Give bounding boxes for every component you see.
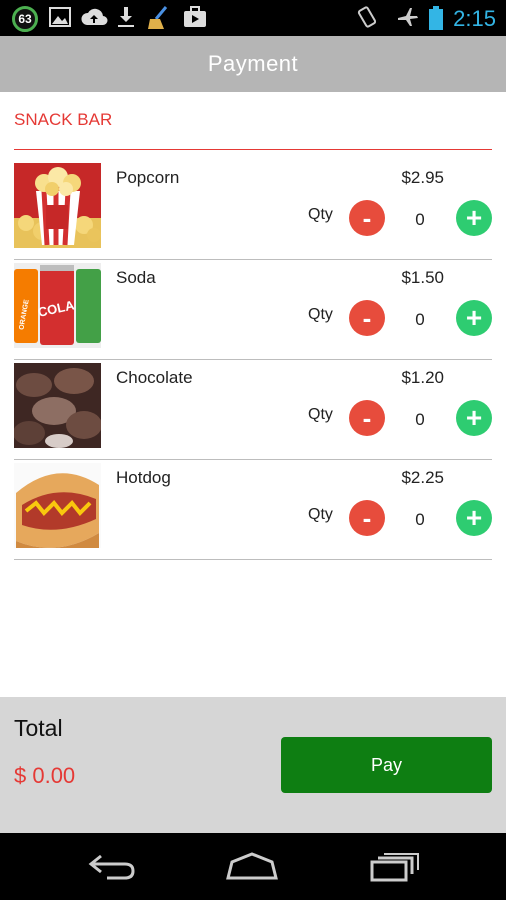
item-price: $1.50	[401, 268, 444, 287]
decrease-qty-button[interactable]: -	[349, 500, 385, 536]
section-header: SNACK BAR	[14, 110, 492, 150]
item-name: Hotdog	[116, 468, 171, 487]
broom-icon	[148, 6, 168, 29]
qty-label: Qty	[308, 306, 333, 323]
increase-qty-button[interactable]: +	[456, 200, 492, 236]
qty-value: 0	[415, 210, 425, 229]
qty-label: Qty	[308, 506, 333, 523]
hotdog-image	[14, 463, 101, 548]
status-bar: 63 2:15	[0, 0, 506, 36]
item-name: Chocolate	[116, 368, 193, 387]
item-name: Soda	[116, 268, 156, 287]
page-title: Payment	[207, 51, 299, 76]
total-label: Total	[14, 715, 63, 741]
item-price: $2.25	[401, 468, 444, 487]
item-name: Popcorn	[116, 168, 180, 187]
title-bar: Payment	[0, 36, 506, 92]
airplane-icon	[398, 8, 418, 26]
decrease-qty-button[interactable]: -	[349, 400, 385, 436]
navigation-bar	[0, 833, 506, 900]
recent-apps-icon[interactable]	[364, 851, 424, 883]
snack-list: Popcorn $2.95 Qty - 0 + COLA ORANGE Soda…	[14, 160, 492, 560]
section-title: SNACK BAR	[14, 110, 113, 129]
soda-image: COLA ORANGE	[14, 263, 101, 348]
cloud-upload-icon	[81, 8, 108, 25]
decrease-qty-button[interactable]: -	[349, 300, 385, 336]
list-item: Chocolate $1.20 Qty - 0 +	[14, 360, 492, 460]
image-icon	[49, 7, 71, 27]
status-time: 2:15	[453, 6, 496, 31]
increase-qty-button[interactable]: +	[456, 500, 492, 536]
briefcase-icon	[184, 6, 206, 27]
increase-qty-button[interactable]: +	[456, 400, 492, 436]
chocolate-image	[14, 363, 101, 448]
back-icon[interactable]	[82, 851, 142, 883]
item-price: $1.20	[401, 368, 444, 387]
total-value: $ 0.00	[14, 763, 76, 788]
qty-label: Qty	[308, 406, 333, 423]
list-item: COLA ORANGE Soda $1.50 Qty - 0 +	[14, 260, 492, 360]
pay-button[interactable]: Pay	[281, 737, 492, 793]
qty-value: 0	[415, 310, 425, 329]
checkout-footer: Total $ 0.00 Pay	[0, 697, 506, 833]
qty-value: 0	[415, 510, 425, 529]
popcorn-image	[14, 163, 101, 248]
decrease-qty-button[interactable]: -	[349, 200, 385, 236]
item-price: $2.95	[401, 168, 444, 187]
vibrate-icon	[357, 6, 377, 28]
list-item: Popcorn $2.95 Qty - 0 +	[14, 160, 492, 260]
battery-icon	[429, 6, 443, 30]
notification-badge: 63	[12, 6, 38, 32]
qty-label: Qty	[308, 206, 333, 223]
download-icon	[118, 7, 134, 27]
qty-value: 0	[415, 410, 425, 429]
home-icon[interactable]	[222, 851, 282, 883]
increase-qty-button[interactable]: +	[456, 300, 492, 336]
list-item: Hotdog $2.25 Qty - 0 +	[14, 460, 492, 560]
